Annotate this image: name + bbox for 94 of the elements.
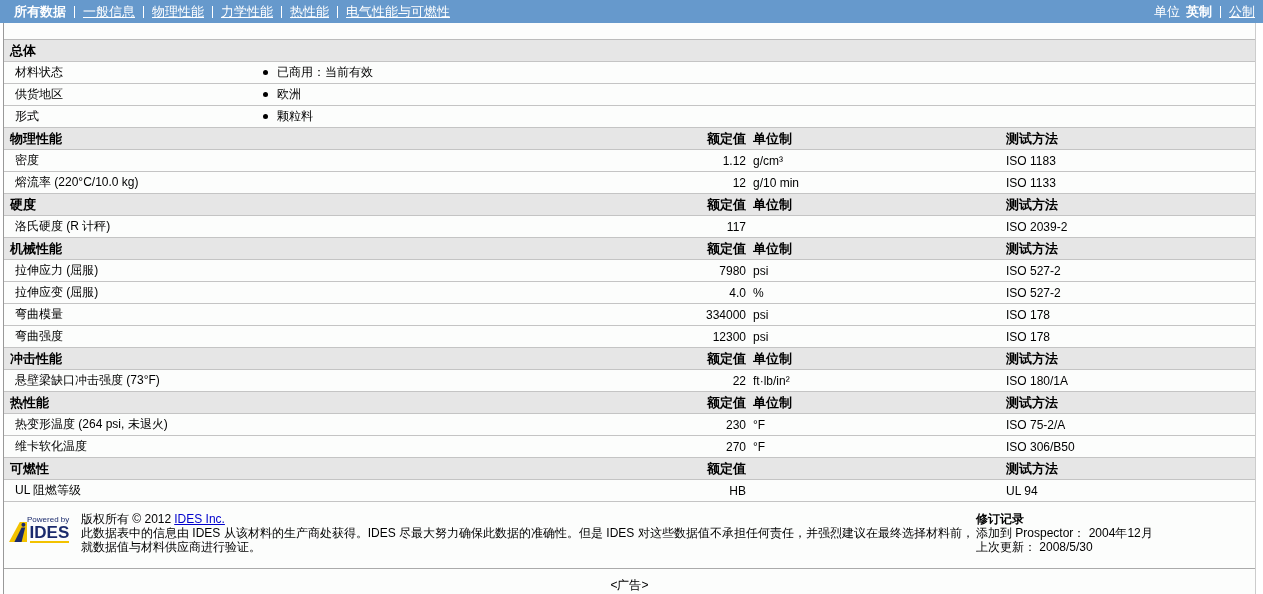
revision-line: 添加到 Prospector： 2004年12月: [976, 526, 1153, 540]
column-header: 测试方法: [1006, 195, 1059, 214]
property-name: 密度: [14, 152, 40, 169]
property-value: 117: [725, 219, 747, 234]
property-name: 维卡软化温度: [14, 438, 88, 455]
test-method: ISO 178: [1006, 329, 1052, 344]
property-unit: psi: [753, 329, 770, 344]
property-name: 弯曲模量: [14, 306, 64, 323]
section-title: 硬度: [9, 195, 37, 214]
property-value: 12: [731, 175, 747, 190]
property-name: UL 阻燃等级: [14, 482, 83, 499]
test-method: ISO 75-2/A: [1006, 417, 1067, 432]
unit-option[interactable]: 公制: [1229, 2, 1255, 21]
revision-line: 上次更新： 2008/5/30: [976, 540, 1094, 554]
company-link[interactable]: IDES Inc.: [174, 512, 225, 526]
property-unit: g/10 min: [753, 175, 801, 190]
ad-label: <广告>: [610, 578, 649, 592]
column-header: 额定值: [706, 459, 747, 478]
section-title: 机械性能: [8, 239, 63, 258]
section-title: 物理性能: [9, 129, 63, 148]
section-title: 热性能: [9, 393, 50, 412]
unit-option[interactable]: 英制: [1186, 2, 1212, 21]
column-header: 额定值: [706, 195, 747, 214]
column-header: 测试方法: [1006, 349, 1059, 368]
column-header: 测试方法: [1006, 129, 1059, 148]
nav-tab[interactable]: 所有数据: [14, 2, 66, 21]
property-value: 已商用：当前有效: [277, 64, 373, 81]
property-value: 4.0: [728, 285, 747, 300]
test-method: UL 94: [1006, 483, 1039, 498]
property-name: 材料状态: [14, 64, 64, 81]
property-name: 弯曲强度: [14, 328, 64, 345]
nav-tab[interactable]: 电气性能与可燃性: [346, 2, 450, 21]
revision-title: 修订记录: [976, 512, 1025, 526]
property-value: HB: [728, 483, 747, 498]
property-value: 270: [724, 439, 747, 454]
test-method: ISO 1183: [1006, 153, 1057, 168]
property-unit: °F: [753, 417, 767, 432]
nav-tab[interactable]: 热性能: [290, 2, 329, 21]
section-title: 可燃性: [9, 459, 50, 478]
column-header: 测试方法: [1006, 239, 1059, 258]
bullet-icon: [263, 70, 268, 75]
test-method: ISO 178: [1006, 307, 1052, 322]
property-value: 1.12: [721, 153, 747, 168]
property-value: 欧洲: [277, 86, 301, 103]
property-value: 12300: [711, 329, 747, 344]
column-header: 额定值: [706, 349, 747, 368]
copyright-text: 版权所有 © 2012: [81, 512, 172, 526]
property-name: 形式: [14, 108, 40, 125]
property-unit: ft·lb/in²: [753, 373, 791, 388]
property-name: 洛氏硬度 (R 计秤): [14, 218, 112, 235]
bullet-icon: [263, 114, 268, 119]
property-name: 供货地区: [14, 86, 64, 103]
column-header: 额定值: [706, 129, 747, 148]
units-label: 单位: [1154, 2, 1180, 21]
column-header: 额定值: [706, 393, 747, 412]
bullet-icon: [263, 92, 268, 97]
property-unit: °F: [753, 439, 767, 454]
test-method: ISO 180/1A: [1006, 373, 1070, 388]
column-header: 单位制: [753, 195, 793, 214]
property-unit: %: [753, 285, 765, 300]
test-method: ISO 527-2: [1006, 263, 1062, 278]
nav-tab[interactable]: 一般信息: [83, 2, 135, 21]
logo-name: IDES: [29, 524, 70, 543]
section-title: 总体: [8, 41, 37, 60]
property-name: 热变形温度 (264 psi, 未退火): [14, 416, 169, 433]
logo-caption: Powered by: [27, 516, 70, 524]
test-method: ISO 2039-2: [1006, 219, 1069, 234]
property-value: 334000: [704, 307, 747, 322]
column-header: 单位制: [753, 393, 793, 412]
nav-tab[interactable]: 力学性能: [221, 2, 273, 21]
property-name: 拉伸应变 (屈服): [14, 284, 100, 301]
property-unit: psi: [753, 263, 770, 278]
property-name: 熔流率 (220°C/10.0 kg): [14, 174, 140, 191]
property-value: 230: [724, 417, 747, 432]
property-unit: psi: [753, 307, 770, 322]
column-header: 测试方法: [1006, 393, 1059, 412]
property-value: 22: [731, 373, 747, 388]
column-header: 单位制: [753, 129, 793, 148]
property-unit: g/cm³: [753, 153, 784, 168]
property-name: 悬壁梁缺口冲击强度 (73°F): [14, 372, 161, 389]
column-header: 单位制: [753, 349, 793, 368]
column-header: 额定值: [706, 239, 747, 258]
disclaimer-text: 此数据表中的信息由 IDES 从该材料的生产商处获得。IDES 尽最大努力确保此数据的准确性。但是 IDES 对这些数据值不承担任何责任，并强烈建议在最终选择材料前， 就数据值与材料供应商进行验证。: [81, 526, 975, 554]
column-header: 单位制: [753, 239, 793, 258]
property-value: 7980: [718, 263, 747, 278]
column-header: 测试方法: [1006, 459, 1059, 478]
test-method: ISO 527-2: [1006, 285, 1062, 300]
section-title: 冲击性能: [9, 349, 63, 368]
test-method: ISO 1133: [1006, 175, 1057, 190]
logo-mark-icon: [9, 521, 27, 543]
property-name: 拉伸应力 (屈服): [14, 262, 100, 279]
nav-tab[interactable]: 物理性能: [152, 2, 204, 21]
property-value: 颗粒料: [277, 108, 313, 125]
test-method: ISO 306/B50: [1006, 439, 1076, 454]
